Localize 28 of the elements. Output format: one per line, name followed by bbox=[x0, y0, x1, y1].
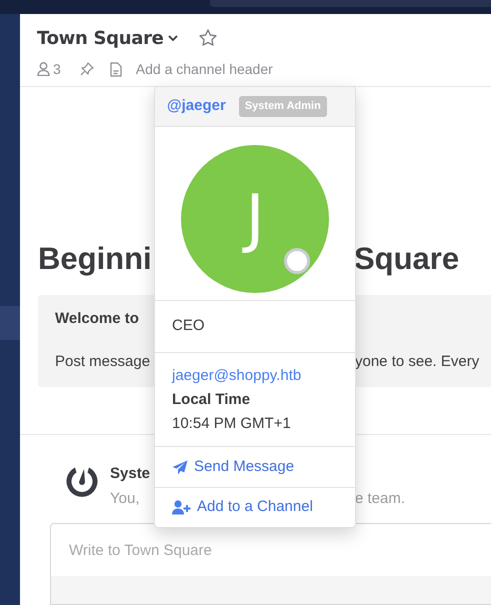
intro-title: Square bbox=[354, 240, 460, 278]
member-count[interactable]: 3 bbox=[53, 58, 61, 80]
intro-title: Beginni bbox=[38, 240, 152, 276]
pin-icon[interactable] bbox=[80, 62, 94, 76]
position: CEO bbox=[172, 316, 205, 336]
user-icon bbox=[37, 62, 50, 76]
document-icon[interactable] bbox=[110, 62, 122, 76]
role-badge: System Admin bbox=[238, 96, 327, 117]
add-to-channel-button[interactable]: Add to a Channel bbox=[155, 487, 355, 527]
message-input[interactable]: Write to Town Square bbox=[50, 523, 491, 605]
chevron-down-icon[interactable] bbox=[168, 34, 178, 42]
local-time: 10:54 PM GMT+1 bbox=[172, 414, 292, 434]
post-text: e team. bbox=[355, 489, 406, 509]
email-link[interactable]: jaeger@shoppy.htb bbox=[172, 367, 302, 384]
welcome-text: yone to see. Every bbox=[355, 352, 480, 372]
channel-header-placeholder[interactable]: Add a channel header bbox=[136, 58, 273, 80]
send-message-button[interactable]: Send Message bbox=[155, 447, 355, 487]
post-text: You, bbox=[110, 490, 140, 507]
avatar: J bbox=[181, 145, 329, 293]
add-user-icon bbox=[172, 500, 191, 515]
username: @jaeger bbox=[167, 96, 226, 116]
paper-plane-icon bbox=[172, 460, 188, 474]
channel-name[interactable]: Town Square bbox=[37, 24, 164, 52]
message-field[interactable]: Write to Town Square bbox=[51, 524, 491, 576]
welcome-text: Post message bbox=[55, 353, 150, 370]
star-icon[interactable] bbox=[198, 28, 218, 48]
welcome-heading: Welcome to bbox=[55, 310, 139, 327]
local-time-label: Local Time bbox=[172, 390, 252, 410]
